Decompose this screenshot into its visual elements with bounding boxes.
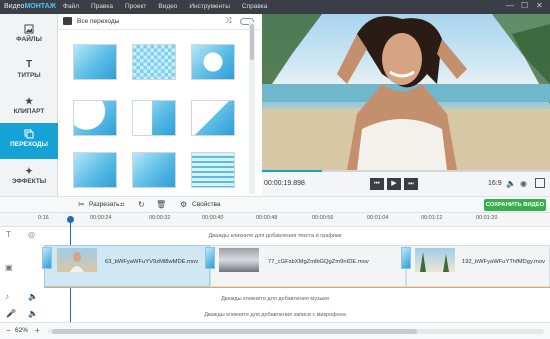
- left-nav: ФАЙЛЫ T ТИТРЫ ★ КЛИПАРТ ПЕРЕХОДЫ ✦ ЭФФЕК…: [0, 14, 58, 196]
- ruler-tick: 00:00:56: [312, 215, 334, 221]
- snapshot-icon[interactable]: ◉: [520, 179, 527, 188]
- ruler-tick: 00:00:40: [202, 215, 224, 221]
- clip-thumbnail: [219, 248, 259, 272]
- close-button[interactable]: ✕: [536, 1, 543, 10]
- category-title: Все переходы: [77, 18, 120, 25]
- ruler-tick: 00:00:32: [149, 215, 171, 221]
- transition-thumb-8[interactable]: [132, 152, 176, 188]
- current-time: 00:00:19.898: [264, 180, 305, 187]
- zoom-in-icon[interactable]: +: [35, 326, 40, 335]
- app-logo: ВидеоМОНТАЖ: [4, 3, 57, 10]
- scroll-thumb[interactable]: [250, 24, 254, 60]
- save-video-button[interactable]: СОХРАНИТЬ ВИДЕО: [484, 199, 546, 211]
- transition-marker[interactable]: [205, 247, 215, 269]
- ruler-tick: 00:01:12: [421, 215, 443, 221]
- crop-icon[interactable]: ⌗: [120, 200, 125, 210]
- transitions-panel: Все переходы ⤨: [59, 14, 259, 196]
- transition-thumb-6[interactable]: [191, 100, 235, 136]
- scissors-icon: ✂: [78, 200, 85, 209]
- bottom-bar: − 62% +: [0, 322, 550, 339]
- video-clip[interactable]: 63_bWFyaWFuYV9zMl8wMDE.mov: [44, 245, 210, 287]
- ruler-tick: 00:00:48: [256, 215, 278, 221]
- menu-help[interactable]: Справка: [242, 3, 268, 10]
- ruler-tick: 00:01:04: [367, 215, 389, 221]
- menu-video[interactable]: Видео: [158, 3, 177, 10]
- panel-scrollbar[interactable]: [249, 22, 255, 194]
- play-button[interactable]: ▶: [387, 178, 401, 190]
- ruler-tick: 0:16: [38, 215, 49, 221]
- transitions-icon: [24, 129, 34, 139]
- next-frame-button[interactable]: ⏭: [404, 178, 418, 190]
- nav-clipart-label: КЛИПАРТ: [13, 108, 45, 115]
- transition-thumb-1[interactable]: [73, 44, 117, 80]
- nav-titles-label: ТИТРЫ: [17, 72, 41, 79]
- nav-effects-label: ЭФФЕКТЫ: [11, 178, 47, 185]
- music-track-hint[interactable]: Дважды кликните для добавления музыки: [0, 296, 550, 302]
- image-icon: [24, 24, 34, 34]
- title-bar: ВидеоМОНТАЖ Файл Правка Проект Видео Инс…: [0, 0, 550, 14]
- clip-name: 192_bWFyaWFuYThfMDgy.mov: [462, 259, 546, 265]
- audio-waveform-line: [44, 287, 550, 288]
- star-icon: ★: [24, 96, 34, 106]
- nav-clipart[interactable]: ★ КЛИПАРТ: [0, 90, 58, 126]
- transition-thumb-3[interactable]: [191, 44, 235, 80]
- clip-name: 77_cGFsbXMgZmlbGQgZm9nIDE.mov: [268, 259, 369, 265]
- menu-project[interactable]: Проект: [125, 3, 146, 10]
- rotate-icon[interactable]: ↻: [138, 200, 145, 209]
- maximize-button[interactable]: ☐: [521, 1, 528, 10]
- zoom-out-icon[interactable]: −: [6, 326, 11, 335]
- magic-wand-icon: ✦: [25, 166, 33, 176]
- title-t-icon: T: [25, 59, 33, 70]
- playhead-handle[interactable]: [67, 216, 74, 223]
- transition-thumb-7[interactable]: [73, 152, 117, 188]
- transition-thumb-4[interactable]: [73, 100, 117, 136]
- text-track-hint[interactable]: Дважды кликните для добавления текста и …: [0, 233, 550, 239]
- ruler-tick: 00:00:24: [90, 215, 112, 221]
- cut-button[interactable]: Разрезать: [89, 201, 120, 208]
- prev-frame-button[interactable]: ⏮: [370, 178, 384, 190]
- volume-icon[interactable]: 🔈: [506, 179, 516, 188]
- clip-thumbnail: [415, 248, 455, 272]
- aspect-ratio[interactable]: 16:9: [488, 180, 502, 187]
- timeline-scrollbar[interactable]: [48, 329, 544, 334]
- nav-effects[interactable]: ✦ ЭФФЕКТЫ: [0, 160, 58, 196]
- menu-file[interactable]: Файл: [63, 3, 79, 10]
- nav-transitions-label: ПЕРЕХОДЫ: [10, 141, 48, 148]
- panel-header: Все переходы ⤨: [59, 14, 259, 30]
- transition-thumb-5[interactable]: [132, 100, 176, 136]
- nav-files[interactable]: ФАЙЛЫ: [0, 18, 58, 54]
- edit-toolbar: ✂ Разрезать ⌗ ↻ 🗑 ⚙ Свойства: [0, 196, 550, 213]
- video-preview[interactable]: [262, 14, 550, 170]
- preview-progress-track[interactable]: [262, 170, 550, 172]
- shuffle-icon[interactable]: ⤨: [225, 16, 231, 26]
- clip-thumbnail: [57, 248, 97, 272]
- transition-thumb-2[interactable]: [132, 44, 176, 80]
- minimize-button[interactable]: —: [506, 1, 514, 10]
- video-clip[interactable]: 77_cGFsbXMgZmlbGQgZm9nIDE.mov: [210, 245, 406, 287]
- transition-thumb-9[interactable]: [191, 152, 235, 188]
- menu-edit[interactable]: Правка: [91, 3, 113, 10]
- gear-icon: ⚙: [180, 200, 188, 209]
- transition-marker[interactable]: [401, 247, 411, 269]
- play-category-icon: [63, 17, 72, 25]
- menu-tools[interactable]: Инструменты: [189, 3, 230, 10]
- video-clip[interactable]: 192_bWFyaWFuYThfMDgy.mov: [406, 245, 550, 287]
- zoom-level[interactable]: 62%: [15, 327, 28, 334]
- menu-bar: Файл Правка Проект Видео Инструменты Спр…: [63, 3, 267, 10]
- timeline-ruler[interactable]: 0:16 00:00:24 00:00:32 00:00:40 00:00:48…: [0, 213, 550, 227]
- delete-icon[interactable]: 🗑: [156, 200, 166, 209]
- fullscreen-icon[interactable]: [535, 178, 545, 188]
- preview-frame-image: [262, 14, 550, 170]
- ruler-tick: 00:01:20: [476, 215, 498, 221]
- nav-files-label: ФАЙЛЫ: [16, 36, 42, 43]
- mic-track-hint[interactable]: Дважды кликните для добавления записи с …: [0, 312, 550, 318]
- clip-name: 63_bWFyaWFuYV9zMl8wMDE.mov: [105, 259, 199, 265]
- nav-titles[interactable]: T ТИТРЫ: [0, 54, 58, 90]
- timeline-scroll-thumb[interactable]: [52, 329, 417, 334]
- properties-button[interactable]: Свойства: [192, 201, 221, 208]
- nav-transitions[interactable]: ПЕРЕХОДЫ: [0, 123, 58, 159]
- transition-marker[interactable]: [42, 247, 52, 269]
- video-track-icon: ▣: [5, 263, 13, 272]
- preview-progress-fill: [262, 170, 323, 172]
